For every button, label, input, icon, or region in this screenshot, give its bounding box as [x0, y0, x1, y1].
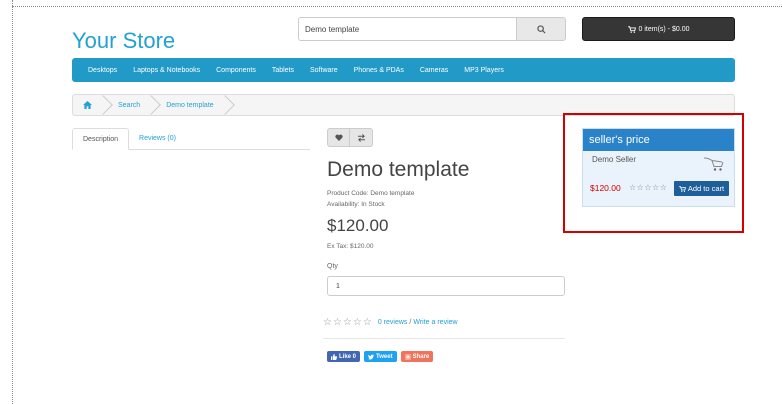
share-button[interactable]: Share — [400, 351, 434, 362]
dotted-frame-left — [12, 0, 13, 404]
search-icon — [536, 24, 546, 34]
product-price: $120.00 — [327, 216, 389, 235]
product-tabs: Description Reviews (0) — [72, 128, 310, 150]
compare-button[interactable] — [350, 128, 373, 147]
product-rating: ☆☆☆☆☆ 0 reviews / Write a review — [323, 317, 458, 328]
dotted-frame-top — [12, 6, 782, 7]
breadcrumb-current[interactable]: Demo template — [166, 102, 213, 109]
menu-item-phones-pdas[interactable]: Phones & PDAs — [354, 67, 404, 74]
menu-item-tablets[interactable]: Tablets — [272, 67, 294, 74]
menu-item-components[interactable]: Components — [216, 67, 256, 74]
qty-label: Qty — [327, 263, 338, 270]
social-buttons: Like 0 Tweet Share — [327, 351, 434, 362]
search-input[interactable] — [298, 17, 516, 41]
menu-item-cameras[interactable]: Cameras — [420, 67, 448, 74]
share-label: Share — [412, 353, 430, 360]
write-review-link[interactable]: Write a review — [413, 319, 457, 326]
store-logo[interactable]: Your Store — [72, 28, 175, 54]
add-to-cart-label: Add to cart — [687, 184, 725, 193]
divider — [323, 338, 565, 339]
cart-icon — [627, 25, 636, 33]
product-code: Product Code: Demo template — [327, 190, 415, 197]
product-title: Demo template — [327, 158, 470, 181]
main-menu: Desktops Laptops & Notebooks Components … — [72, 58, 735, 82]
wishlist-button[interactable] — [327, 128, 350, 147]
menu-item-mp3-players[interactable]: MP3 Players — [464, 67, 504, 74]
search-bar — [298, 17, 566, 41]
reviews-link[interactable]: 0 reviews — [378, 319, 408, 326]
menu-item-software[interactable]: Software — [310, 67, 338, 74]
home-icon — [83, 101, 92, 109]
product-ex-tax: Ex Tax: $120.00 — [327, 243, 374, 250]
tweet-label: Tweet — [376, 353, 393, 360]
seller-price-panel: seller's price Demo Seller $120.00 ☆☆☆☆☆… — [582, 128, 735, 207]
product-action-buttons — [327, 128, 373, 147]
exchange-icon — [357, 133, 365, 142]
product-availability: Availability: In Stock — [327, 201, 385, 208]
share-plus-icon — [404, 353, 411, 360]
heart-icon — [334, 134, 343, 141]
rating-separator: / — [409, 319, 412, 326]
menu-item-laptops-notebooks[interactable]: Laptops & Notebooks — [133, 67, 200, 74]
qty-input[interactable] — [327, 276, 565, 296]
search-button[interactable] — [516, 17, 566, 41]
cart-label: 0 item(s) - $0.00 — [638, 25, 690, 33]
seller-panel-heading: seller's price — [583, 129, 734, 151]
tab-description[interactable]: Description — [72, 128, 130, 150]
menu-item-desktops[interactable]: Desktops — [88, 67, 117, 74]
cart-button[interactable]: 0 item(s) - $0.00 — [582, 17, 735, 41]
seller-name[interactable]: Demo Seller — [592, 155, 636, 164]
breadcrumb-separator — [100, 95, 110, 115]
facebook-like-button[interactable]: Like 0 — [327, 351, 361, 362]
thumbs-up-icon — [331, 353, 337, 360]
breadcrumb-search[interactable]: Search — [118, 102, 140, 109]
rating-stars: ☆☆☆☆☆ — [323, 317, 373, 328]
breadcrumb-separator — [148, 95, 158, 115]
cart-icon — [679, 185, 686, 192]
seller-add-to-cart-button[interactable]: Add to cart — [674, 181, 729, 196]
like-label: Like 0 — [339, 353, 357, 360]
tab-reviews[interactable]: Reviews (0) — [129, 128, 186, 150]
twitter-bird-icon — [368, 354, 375, 359]
seller-rating-stars: ☆☆☆☆☆ — [629, 183, 668, 192]
tweet-button[interactable]: Tweet — [364, 351, 397, 362]
breadcrumb-home[interactable] — [83, 101, 92, 109]
shopping-cart-icon — [703, 157, 724, 171]
breadcrumb-separator — [222, 95, 232, 115]
seller-price-value: $120.00 — [590, 183, 621, 193]
